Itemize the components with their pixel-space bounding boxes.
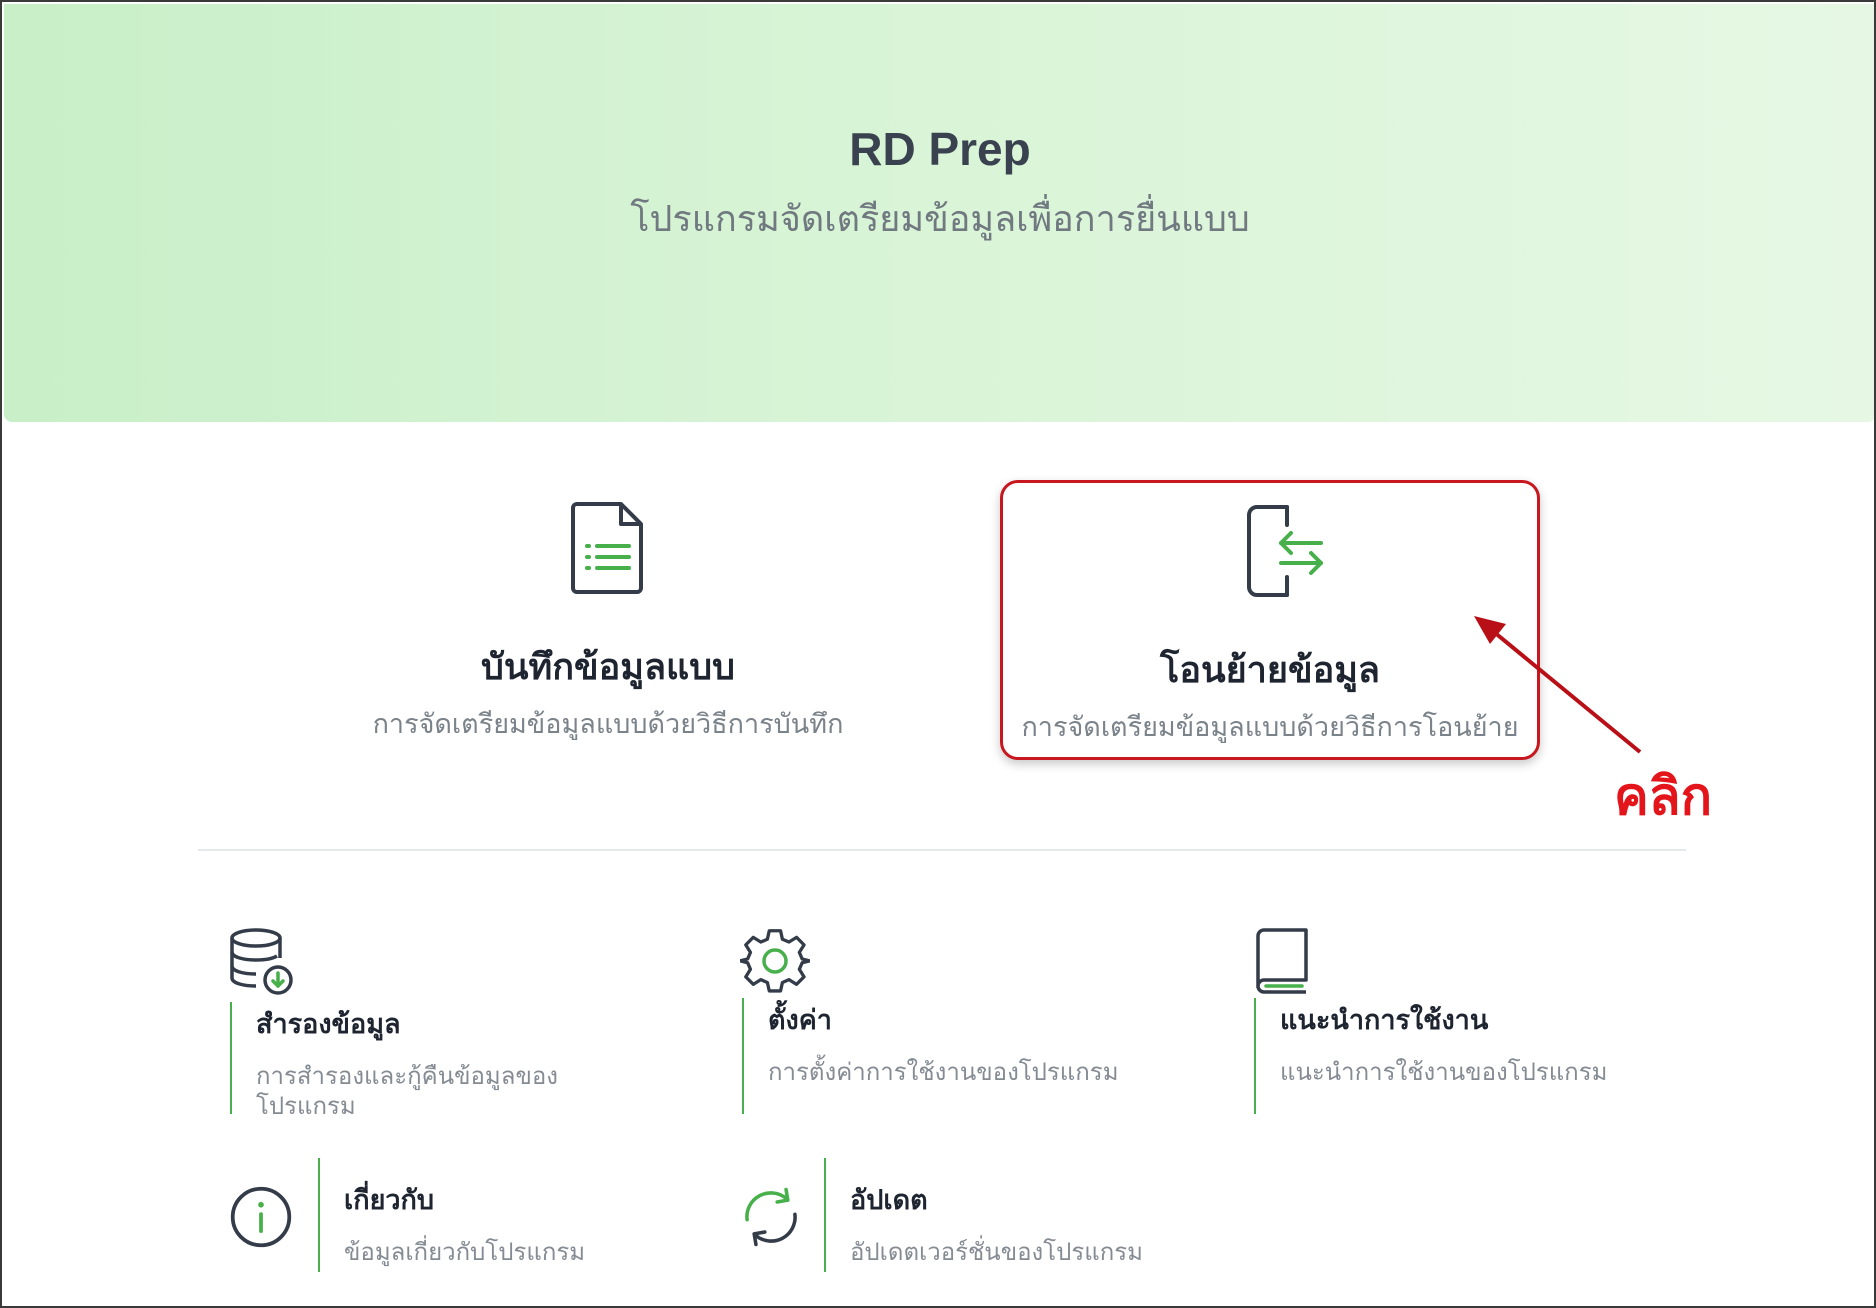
transfer-data-card[interactable]: โอนย้ายข้อมูล การจัดเตรียมข้อมูลแบบด้วยว…	[1000, 480, 1540, 760]
guide-title: แนะนำการใช้งาน	[1280, 1005, 1489, 1036]
backup-tool[interactable]: สำรองข้อมูล การสำรองและกู้คืนข้อมูลของโป…	[228, 928, 608, 1120]
update-tool-body: อัปเดต อัปเดตเวอร์ชั่นของโปรแกรม	[824, 1158, 1154, 1272]
update-title: อัปเดต	[850, 1185, 928, 1216]
about-tool[interactable]: เกี่ยวกับ ข้อมูลเกี่ยวกับโปรแกรม	[228, 1158, 608, 1272]
settings-tool-body: ตั้งค่า การตั้งค่าการใช้งานของโปรแกรม	[742, 998, 1142, 1114]
app-title: RD Prep	[849, 123, 1031, 175]
section-divider	[198, 849, 1686, 851]
transfer-data-description: การจัดเตรียมข้อมูลแบบด้วยวิธีการโอนย้าย	[1021, 712, 1519, 743]
book-icon	[1256, 928, 1308, 994]
guide-tool[interactable]: แนะนำการใช้งาน แนะนำการใช้งานของโปรแกรม	[1252, 928, 1672, 1118]
annotation-label: คลิก	[1614, 767, 1713, 827]
backup-description: การสำรองและกู้คืนข้อมูลของโปรแกรม	[256, 1062, 558, 1120]
settings-tool[interactable]: ตั้งค่า การตั้งค่าการใช้งานของโปรแกรม	[740, 928, 1160, 1118]
update-description: อัปเดตเวอร์ชั่นของโปรแกรม	[850, 1238, 1143, 1266]
update-tool[interactable]: อัปเดต อัปเดตเวอร์ชั่นของโปรแกรม	[740, 1158, 1160, 1272]
refresh-icon	[745, 1187, 797, 1247]
settings-description: การตั้งค่าการใช้งานของโปรแกรม	[768, 1058, 1119, 1086]
record-data-card[interactable]: บันทึกข้อมูลแบบ การจัดเตรียมข้อมูลแบบด้ว…	[368, 480, 848, 760]
info-icon	[230, 1186, 292, 1248]
transfer-icon	[1247, 505, 1324, 597]
settings-title: ตั้งค่า	[768, 1005, 832, 1036]
database-download-icon	[230, 928, 293, 995]
guide-description: แนะนำการใช้งานของโปรแกรม	[1280, 1058, 1608, 1086]
backup-title: สำรองข้อมูล	[256, 1009, 401, 1040]
gear-icon	[740, 929, 810, 993]
about-tool-body: เกี่ยวกับ ข้อมูลเกี่ยวกับโปรแกรม	[318, 1158, 598, 1272]
guide-tool-body: แนะนำการใช้งาน แนะนำการใช้งานของโปรแกรม	[1254, 998, 1654, 1114]
app-subtitle: โปรแกรมจัดเตรียมข้อมูลเพื่อการยื่นแบบ	[630, 199, 1250, 240]
about-title: เกี่ยวกับ	[344, 1185, 435, 1216]
document-list-icon	[571, 502, 643, 594]
about-description: ข้อมูลเกี่ยวกับโปรแกรม	[344, 1238, 586, 1266]
app-window: RD Prep โปรแกรมจัดเตรียมข้อมูลเพื่อการยื…	[0, 0, 1876, 1308]
backup-tool-body: สำรองข้อมูล การสำรองและกู้คืนข้อมูลของโป…	[230, 1002, 590, 1120]
record-data-title: บันทึกข้อมูลแบบ	[481, 647, 735, 688]
header-banner: RD Prep โปรแกรมจัดเตรียมข้อมูลเพื่อการยื…	[4, 4, 1874, 422]
record-data-description: การจัดเตรียมข้อมูลแบบด้วยวิธีการบันทึก	[372, 709, 844, 740]
transfer-data-title: โอนย้ายข้อมูล	[1160, 650, 1380, 691]
